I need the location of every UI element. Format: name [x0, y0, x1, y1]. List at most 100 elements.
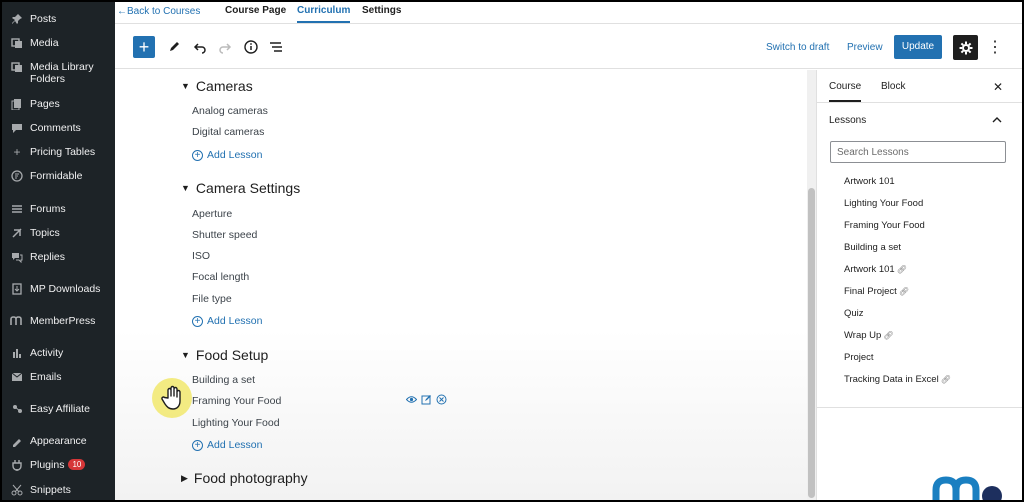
folders-icon	[10, 60, 24, 74]
lesson-title: Tracking Data in Excel	[844, 374, 939, 385]
admin-menu-activity[interactable]: Activity	[2, 346, 117, 360]
section-heading[interactable]: ▶ Food photography	[181, 470, 308, 486]
section-heading[interactable]: ▼ Cameras	[181, 78, 253, 94]
tab-settings[interactable]: Settings	[362, 5, 401, 21]
downloads-icon	[10, 282, 24, 296]
lesson-item[interactable]: Digital cameras	[192, 126, 264, 138]
add-lesson-button[interactable]: + Add Lesson	[192, 315, 262, 327]
sidebar-lesson-item[interactable]: Tracking Data in Excel 🔗︎	[844, 374, 951, 385]
plus-circle-icon: +	[192, 149, 203, 161]
sidebar-lesson-item[interactable]: Framing Your Food	[844, 220, 925, 231]
edit-pencil-icon[interactable]	[165, 38, 183, 56]
admin-menu-comments[interactable]: Comments	[2, 121, 117, 135]
sidebar-lesson-item[interactable]: Final Project 🔗︎	[844, 286, 909, 297]
sidebar-lesson-item[interactable]: Project	[844, 352, 874, 363]
list-view-icon[interactable]	[267, 38, 285, 56]
admin-menu-forums[interactable]: Forums	[2, 202, 117, 216]
section-heading[interactable]: ▼ Camera Settings	[181, 180, 300, 196]
sidebar-lesson-item[interactable]: Building a set	[844, 242, 901, 253]
update-button[interactable]: Update	[894, 35, 942, 59]
formidable-icon	[10, 169, 24, 183]
view-eye-icon[interactable]	[406, 394, 417, 405]
admin-menu-emails[interactable]: Emails	[2, 370, 117, 384]
remove-circle-icon[interactable]	[436, 394, 447, 405]
sidebar-lesson-item[interactable]: Wrap Up 🔗︎	[844, 330, 893, 341]
curriculum-editor: ▼ Cameras Analog cameras Digital cameras…	[115, 70, 807, 502]
lesson-title: Wrap Up	[844, 330, 882, 341]
admin-menu-snippets[interactable]: Snippets	[2, 483, 117, 497]
sidebar-lesson-item[interactable]: Lighting Your Food	[844, 198, 923, 209]
plugins-label: Plugins	[30, 459, 65, 471]
more-options-icon[interactable]: ⋮	[987, 37, 1003, 57]
admin-menu-label: Easy Affiliate	[30, 403, 90, 415]
redo-icon[interactable]	[216, 38, 234, 56]
admin-menu-media-library-folders[interactable]: Media Library Folders	[2, 60, 117, 85]
admin-menu-easy-affiliate[interactable]: Easy Affiliate	[2, 402, 117, 416]
switch-to-draft-button[interactable]: Switch to draft	[766, 42, 829, 53]
lesson-item[interactable]: Analog cameras	[192, 105, 268, 117]
admin-menu-plugins[interactable]: Plugins 10	[2, 458, 117, 472]
admin-menu-formidable[interactable]: Formidable	[2, 169, 117, 183]
tab-course[interactable]: Course	[829, 81, 862, 102]
sidebar-lesson-item[interactable]: Artwork 101	[844, 176, 895, 187]
admin-menu-label: Forums	[30, 203, 66, 215]
link-icon: 🔗︎	[896, 265, 907, 274]
replies-icon	[10, 250, 24, 264]
sidebar-lesson-item[interactable]: Artwork 101 🔗︎	[844, 264, 907, 275]
search-lessons-input[interactable]	[830, 141, 1006, 163]
add-lesson-button[interactable]: + Add Lesson	[192, 149, 262, 161]
close-icon[interactable]: ✕	[993, 80, 1003, 94]
lesson-item[interactable]: Lighting Your Food	[192, 417, 280, 429]
admin-menu-pages[interactable]: Pages	[2, 97, 117, 111]
plus-icon: +	[13, 145, 21, 159]
admin-menu-topics[interactable]: Topics	[2, 226, 117, 240]
lesson-item[interactable]: Aperture	[192, 208, 232, 220]
caret-down-icon[interactable]: ▼	[181, 81, 190, 91]
section-heading[interactable]: ▼ Food Setup	[181, 347, 268, 363]
link-icon: 🔗︎	[940, 375, 951, 384]
lesson-item-hovered[interactable]: Framing Your Food	[192, 395, 281, 407]
tab-curriculum[interactable]: Curriculum	[297, 5, 351, 23]
sidebar-lesson-item[interactable]: Quiz	[844, 308, 864, 319]
settings-gear-icon[interactable]	[953, 35, 978, 60]
lesson-item[interactable]: File type	[192, 293, 232, 305]
admin-sidebar: Posts Media Media Library Folders Pages …	[0, 0, 115, 502]
admin-menu-label: Posts	[30, 13, 57, 25]
add-lesson-label: Add Lesson	[207, 439, 263, 451]
lesson-item[interactable]: Shutter speed	[192, 229, 257, 241]
info-icon[interactable]	[242, 38, 260, 56]
admin-menu-label: Snippets	[30, 484, 71, 496]
plugins-update-badge: 10	[68, 459, 86, 470]
tab-course-page[interactable]: Course Page	[225, 5, 286, 21]
admin-menu-posts[interactable]: Posts	[2, 12, 117, 26]
admin-menu-label: Replies	[30, 251, 66, 263]
admin-menu-appearance[interactable]: Appearance	[2, 434, 117, 448]
admin-menu-mp-downloads[interactable]: MP Downloads	[2, 282, 117, 296]
topics-icon	[10, 226, 24, 240]
lesson-item[interactable]: Focal length	[192, 271, 249, 283]
caret-right-icon[interactable]: ▶	[181, 473, 188, 484]
scrollbar-thumb[interactable]	[808, 188, 815, 498]
back-to-courses-link[interactable]: ←Back to Courses	[117, 6, 200, 17]
lessons-panel-title[interactable]: Lessons	[829, 115, 866, 126]
admin-menu-replies[interactable]: Replies	[2, 250, 117, 264]
edit-icon[interactable]	[421, 394, 432, 405]
caret-down-icon[interactable]: ▼	[181, 350, 190, 360]
lesson-item[interactable]: ISO	[192, 250, 210, 262]
lesson-row-actions	[406, 394, 447, 405]
admin-menu-label: Appearance	[30, 435, 87, 447]
plus-circle-icon: +	[192, 315, 203, 327]
add-block-button[interactable]: +	[133, 36, 155, 58]
add-lesson-button[interactable]: + Add Lesson	[192, 439, 262, 451]
caret-down-icon[interactable]: ▼	[181, 183, 190, 193]
lesson-title: Artwork 101	[844, 176, 895, 187]
forums-icon	[10, 202, 24, 216]
admin-menu-memberpress[interactable]: MemberPress	[2, 314, 117, 328]
lesson-item[interactable]: Building a set	[192, 374, 255, 386]
preview-button[interactable]: Preview	[847, 42, 883, 53]
admin-menu-media[interactable]: Media	[2, 36, 117, 50]
undo-icon[interactable]	[191, 38, 209, 56]
admin-menu-pricing-tables[interactable]: + Pricing Tables	[2, 145, 117, 159]
tab-block[interactable]: Block	[881, 81, 905, 92]
chevron-up-icon[interactable]	[992, 115, 1002, 125]
